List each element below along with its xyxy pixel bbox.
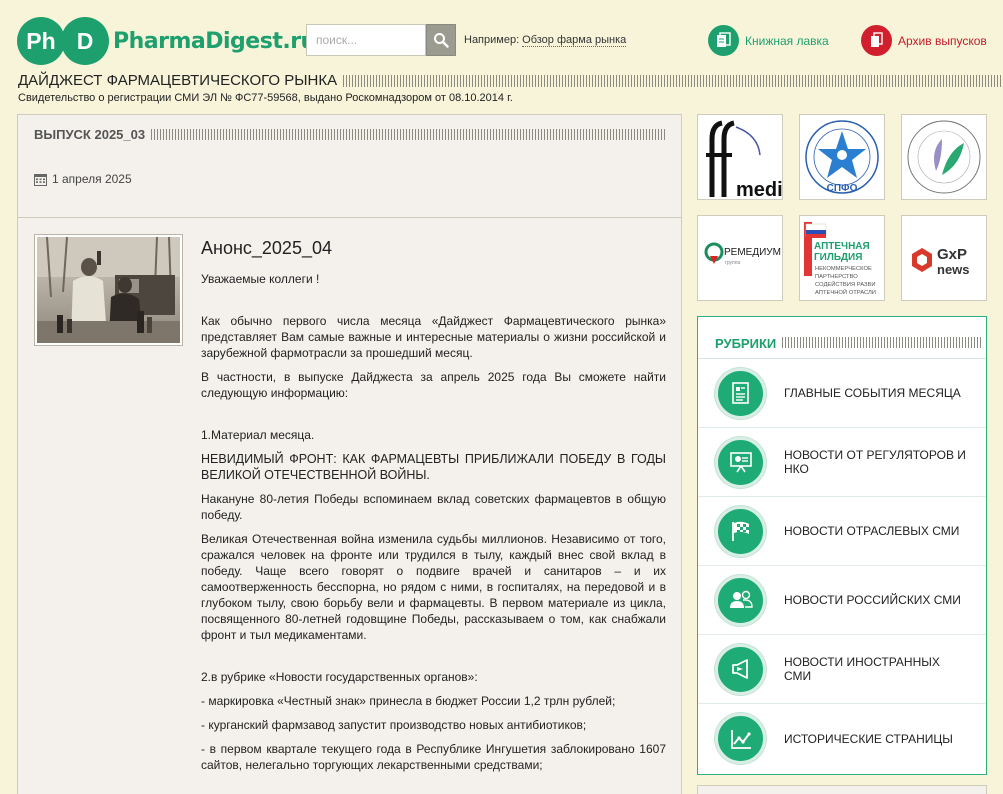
rubric-russian-media[interactable]: НОВОСТИ РОССИЙСКИХ СМИ	[698, 566, 986, 635]
rubric-label: НОВОСТИ ОТРАСЛЕВЫХ СМИ	[784, 524, 960, 538]
article-headline: НЕВИДИМЫЙ ФРОНТ: КАК ФАРМАЦЕВТЫ ПРИБЛИЖА…	[201, 452, 666, 482]
article-paragraph-8: - маркировка «Честный знак» принесла в б…	[201, 694, 616, 708]
article-title[interactable]: Анонс_2025_04	[201, 238, 666, 259]
article-paragraph-5: Накануне 80-летия Победы вспоминаем вкла…	[201, 492, 666, 522]
partner-spfo[interactable]: СПФО	[799, 114, 885, 200]
partner-remedium[interactable]: РЕМЕДИУМ группа	[697, 215, 783, 301]
rubric-label: ИСТОРИЧЕСКИЕ СТРАНИЦЫ	[784, 731, 953, 746]
logo-circle-d: D	[61, 17, 109, 65]
article-photo[interactable]	[34, 234, 183, 346]
search-icon	[434, 33, 449, 48]
logo-circle-ph: Ph	[17, 17, 65, 65]
guild-sub-4: АПТЕЧНОЙ ОТРАСЛИ	[815, 288, 876, 296]
example-link[interactable]: Обзор фарма рынка	[522, 34, 627, 47]
chart-icon	[715, 713, 766, 764]
archive-label: Архив выпусков	[898, 33, 987, 48]
article-paragraph-1: Как обычно первого числа месяца «Дайджес…	[201, 314, 666, 360]
issue-header: ВЫПУСК 2025_03 1 апреля 2025	[18, 115, 681, 218]
issue-date: 1 апреля 2025	[34, 172, 681, 186]
site-header: Ph D PharmaDigest.ru Например:Обзор фарм…	[0, 0, 1003, 70]
ffmedia-text: media	[736, 179, 782, 199]
search-form	[306, 24, 456, 56]
guild-title-1: АПТЕЧНАЯ	[814, 241, 870, 252]
presentation-icon	[715, 436, 766, 488]
megaphone-icon	[715, 643, 766, 695]
books-icon	[708, 25, 739, 56]
partner-pharmacy-guild[interactable]: АПТЕЧНАЯ ГИЛЬДИЯ НЕКОММЕРЧЕСКОЕ ПАРТНЕРС…	[799, 215, 885, 301]
rubric-label: ГЛАВНЫЕ СОБЫТИЯ МЕСЯЦА	[784, 386, 961, 400]
article-paragraph-3: 1.Материал месяца.	[201, 428, 315, 442]
article-photo-image	[37, 237, 180, 343]
search-input[interactable]	[306, 24, 426, 56]
rubric-history[interactable]: ИСТОРИЧЕСКИЕ СТРАНИЦЫ	[698, 704, 986, 773]
flag-icon	[715, 505, 766, 557]
books-link[interactable]: Книжная лавка	[708, 25, 829, 56]
issue-title-row: ВЫПУСК 2025_03	[18, 115, 681, 142]
calendar-icon	[34, 173, 47, 186]
archive-link[interactable]: Архив выпусков	[861, 25, 987, 56]
site-title-row: ДАЙДЖЕСТ ФАРМАЦЕВТИЧЕСКОГО РЫНКА	[18, 72, 1003, 89]
article-body: Анонс_2025_04 Уважаемые коллеги ! Как об…	[201, 238, 666, 781]
main-content: ВЫПУСК 2025_03 1 апреля 2025 Анонс_2025_…	[17, 114, 682, 794]
issue-date-text: 1 апреля 2025	[52, 172, 132, 186]
spfo-logo: СПФО	[805, 120, 879, 194]
partner-gxp-news[interactable]: GxP news	[901, 215, 987, 301]
registration-note: Свидетельство о регистрации СМИ ЭЛ № ФС7…	[18, 92, 513, 104]
issue-divider	[151, 129, 666, 140]
remedium-text: РЕМЕДИУМ	[724, 247, 781, 258]
search-example: Например: Обзор фарма рынка	[464, 34, 627, 47]
partner-association[interactable]	[901, 114, 987, 200]
rubrics-title: РУБРИКИ	[715, 336, 777, 351]
rubric-main-events[interactable]: ГЛАВНЫЕ СОБЫТИЯ МЕСЯЦА	[698, 359, 986, 428]
gxp-news-text: news	[937, 262, 970, 277]
guild-sub-1: НЕКОММЕРЧЕСКОЕ	[815, 266, 872, 272]
rubric-label: НОВОСТИ РОССИЙСКИХ СМИ	[784, 593, 961, 607]
article-paragraph-6: Великая Отечественная война изменила суд…	[201, 532, 666, 642]
search-button[interactable]	[426, 24, 456, 56]
document-icon	[715, 367, 766, 419]
site-title: ДАЙДЖЕСТ ФАРМАЦЕВТИЧЕСКОГО РЫНКА	[18, 72, 338, 89]
gxp-news-logo: GxP news	[912, 246, 970, 277]
article-paragraph-9: - курганский фармзавод запустит производ…	[201, 718, 587, 732]
issue-title: ВЫПУСК 2025_03	[34, 127, 146, 142]
rubric-label: НОВОСТИ ИНОСТРАННЫХ СМИ	[784, 655, 940, 683]
rubric-regulators[interactable]: НОВОСТИ ОТ РЕГУЛЯТОРОВ И НКО	[698, 428, 986, 497]
rubric-foreign-media[interactable]: НОВОСТИ ИНОСТРАННЫХ СМИ	[698, 635, 986, 704]
title-divider	[343, 74, 1003, 87]
remedium-sub: группа	[725, 260, 740, 266]
rubrics-panel: РУБРИКИ ГЛАВНЫЕ СОБЫТИЯ МЕСЯЦА НОВОСТИ О…	[697, 316, 987, 775]
article-paragraph-7: 2.в рубрике «Новости государственных орг…	[201, 670, 478, 684]
remedium-logo: РЕМЕДИУМ группа	[704, 242, 781, 266]
rubrics-divider	[782, 337, 982, 348]
example-label: Например:	[464, 34, 520, 46]
guild-title-2: ГИЛЬДИЯ	[814, 252, 862, 263]
logo-mark: Ph D	[17, 17, 109, 65]
rubric-label: НОВОСТИ ОТ РЕГУЛЯТОРОВ И НКО	[784, 448, 966, 476]
site-logo[interactable]: Ph D PharmaDigest.ru	[17, 17, 316, 65]
guild-sub-2: ПАРТНЕРСТВО	[815, 274, 858, 280]
ffmedia-logo: media	[706, 120, 782, 199]
books-label: Книжная лавка	[745, 33, 829, 48]
sidebar-next-panel	[697, 785, 987, 794]
archive-icon	[861, 25, 892, 56]
partner-ffmedia[interactable]: media	[697, 114, 783, 200]
article-paragraph-10: - в первом квартале текущего года в Респ…	[201, 742, 666, 772]
users-icon	[715, 574, 766, 626]
rubric-industry-media[interactable]: НОВОСТИ ОТРАСЛЕВЫХ СМИ	[698, 497, 986, 566]
association-logo	[907, 120, 981, 194]
logo-text: PharmaDigest.ru	[113, 28, 316, 54]
rubrics-header: РУБРИКИ	[698, 317, 986, 359]
pharmacy-guild-logo: АПТЕЧНАЯ ГИЛЬДИЯ НЕКОММЕРЧЕСКОЕ ПАРТНЕРС…	[804, 222, 876, 296]
guild-sub-3: СОДЕЙСТВИЯ РАЗВИ	[815, 280, 876, 288]
article-paragraph-2: В частности, в выпуске Дайджеста за апре…	[201, 370, 666, 400]
gxp-text: GxP	[937, 246, 967, 263]
spfo-text: СПФО	[827, 183, 858, 194]
article-greeting: Уважаемые коллеги !	[201, 272, 320, 286]
